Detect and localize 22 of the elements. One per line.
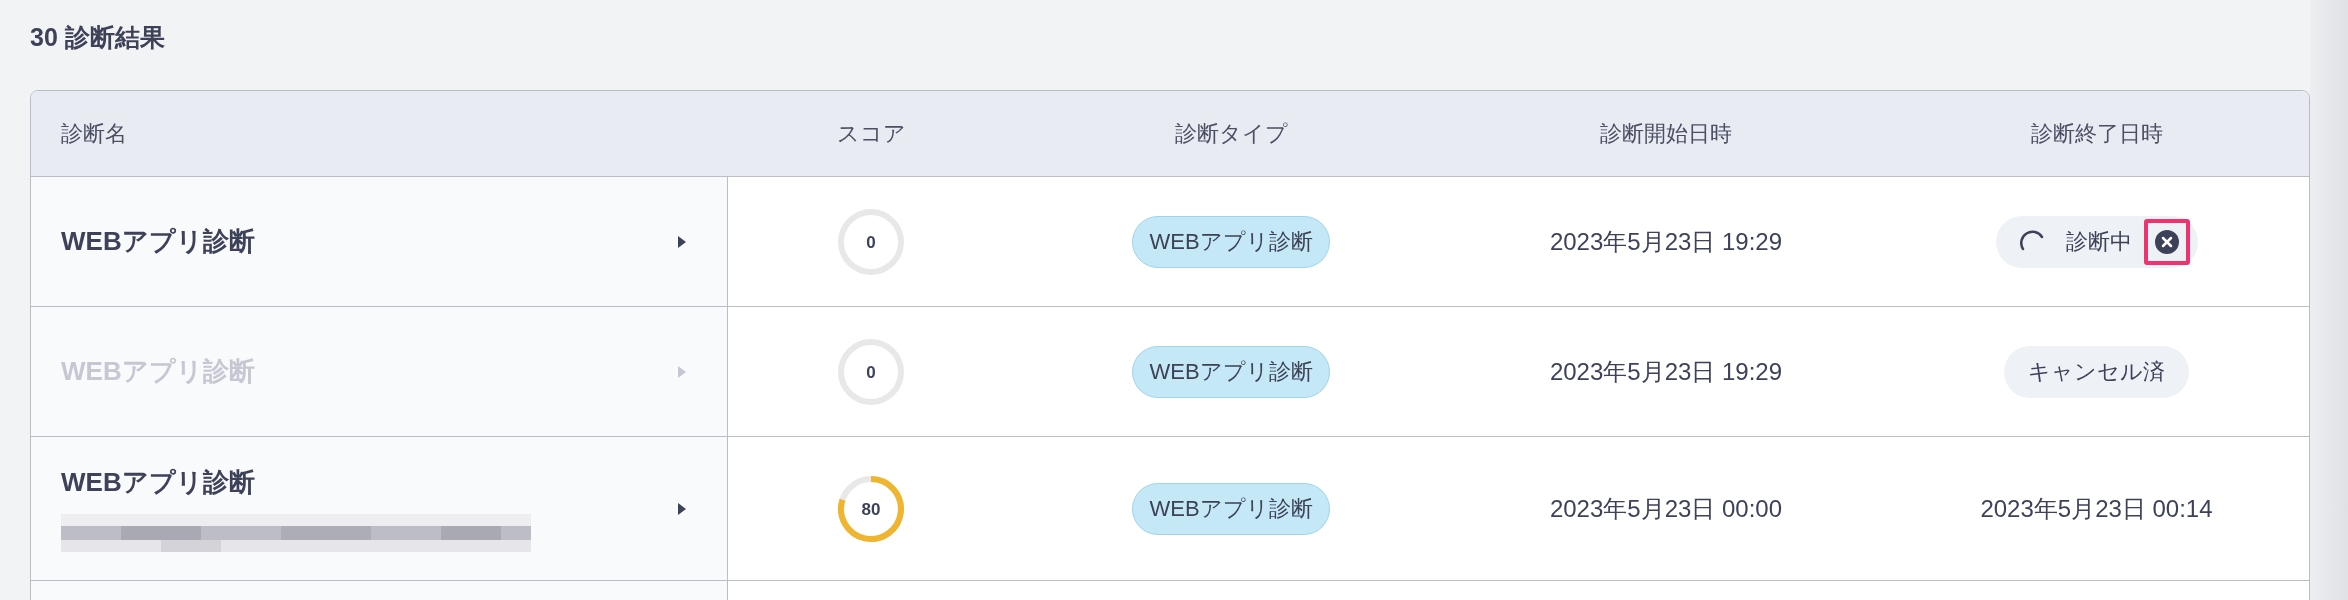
score-value: 80 <box>861 500 881 517</box>
start-date: 2023年5月23日 19:29 <box>1549 226 1783 257</box>
start-date: 2023年5月23日 00:00 <box>1549 493 1783 524</box>
caret-icon[interactable] <box>677 234 687 249</box>
end-date: 2023年5月23日 00:14 <box>1980 493 2213 524</box>
score-value: 0 <box>866 233 876 250</box>
type-tag: WEBアプリ診断 <box>1132 215 1330 268</box>
status-pill: キャンセル済 <box>2004 345 2189 398</box>
status-label: 診断中 <box>2065 228 2132 256</box>
column-header: 診断開始日時 <box>1600 120 1732 148</box>
type-tag: WEBアプリ診断 <box>1132 482 1330 535</box>
start-date: 2023年5月23日 19:29 <box>1549 356 1783 387</box>
score-value: 0 <box>866 363 876 380</box>
column-header: 診断名 <box>61 120 127 148</box>
column-header: 診断終了日時 <box>2030 120 2163 148</box>
close-icon <box>2153 228 2180 255</box>
cancel-button[interactable] <box>2143 218 2190 265</box>
results-heading: 30 診断結果 <box>30 22 166 54</box>
column-header: スコア <box>836 120 906 148</box>
caret-icon[interactable] <box>677 501 687 516</box>
column-header: 診断タイプ <box>1174 120 1288 148</box>
type-tag: WEBアプリ診断 <box>1132 345 1330 398</box>
